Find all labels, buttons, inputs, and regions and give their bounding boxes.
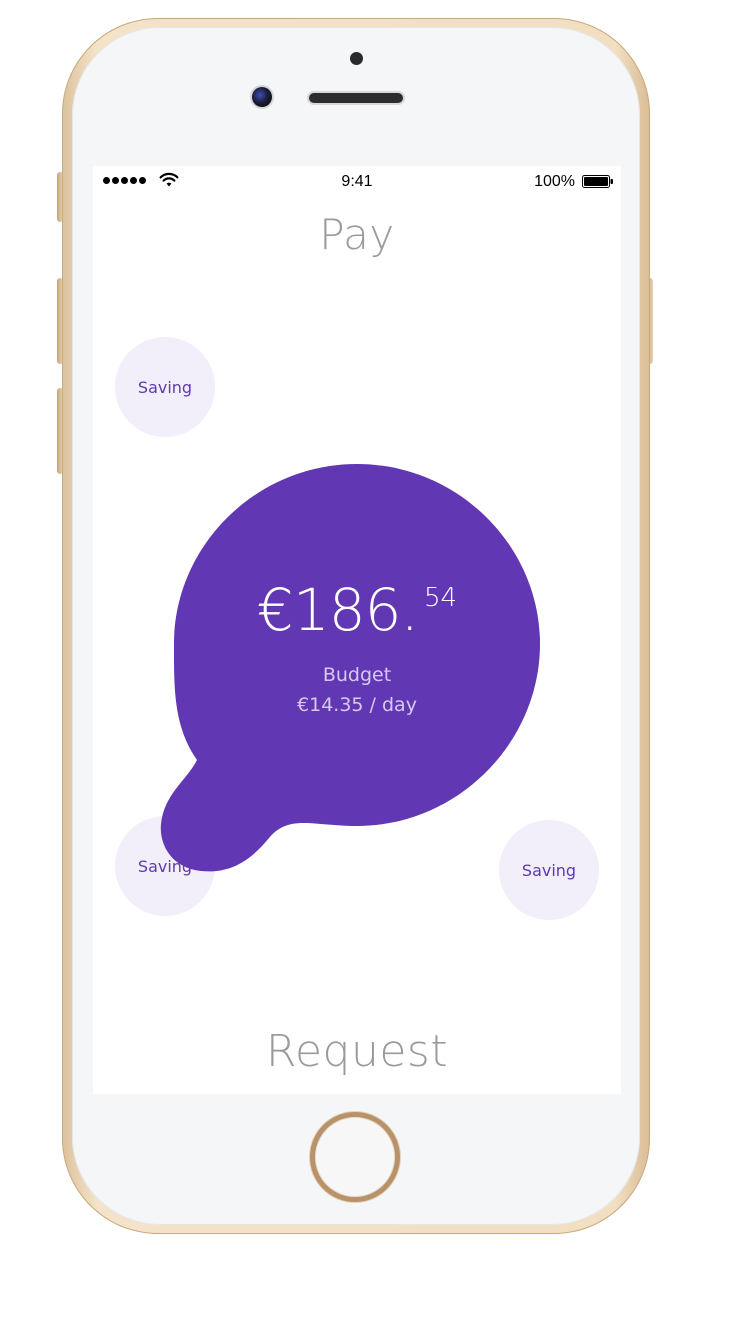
app-screen: 9:41 100% Pay Saving Saving Saving €186.… — [93, 166, 621, 1094]
battery-full-icon — [582, 175, 613, 188]
front-camera-icon — [252, 87, 272, 107]
budget-daily-rate: €14.35 / day — [297, 694, 417, 716]
status-bar: 9:41 100% — [93, 166, 621, 198]
battery-percent: 100% — [534, 173, 575, 190]
earpiece-speaker — [309, 93, 403, 103]
saving-bubble[interactable]: Saving — [499, 820, 599, 920]
front-sensor — [350, 52, 363, 65]
saving-label: Saving — [521, 860, 577, 880]
saving-bubble[interactable]: Saving — [115, 337, 215, 437]
device-mockup: 9:41 100% Pay Saving Saving Saving €186.… — [0, 0, 750, 1334]
budget-amount: €186. 54 — [174, 576, 540, 644]
home-button[interactable] — [310, 1112, 400, 1202]
saving-label: Saving — [137, 377, 193, 397]
pay-action[interactable]: Pay — [93, 210, 621, 259]
budget-amount-main: €186. — [256, 576, 419, 644]
budget-amount-cents: 54 — [423, 583, 458, 613]
request-action[interactable]: Request — [93, 1026, 621, 1077]
budget-label: Budget — [322, 664, 392, 686]
